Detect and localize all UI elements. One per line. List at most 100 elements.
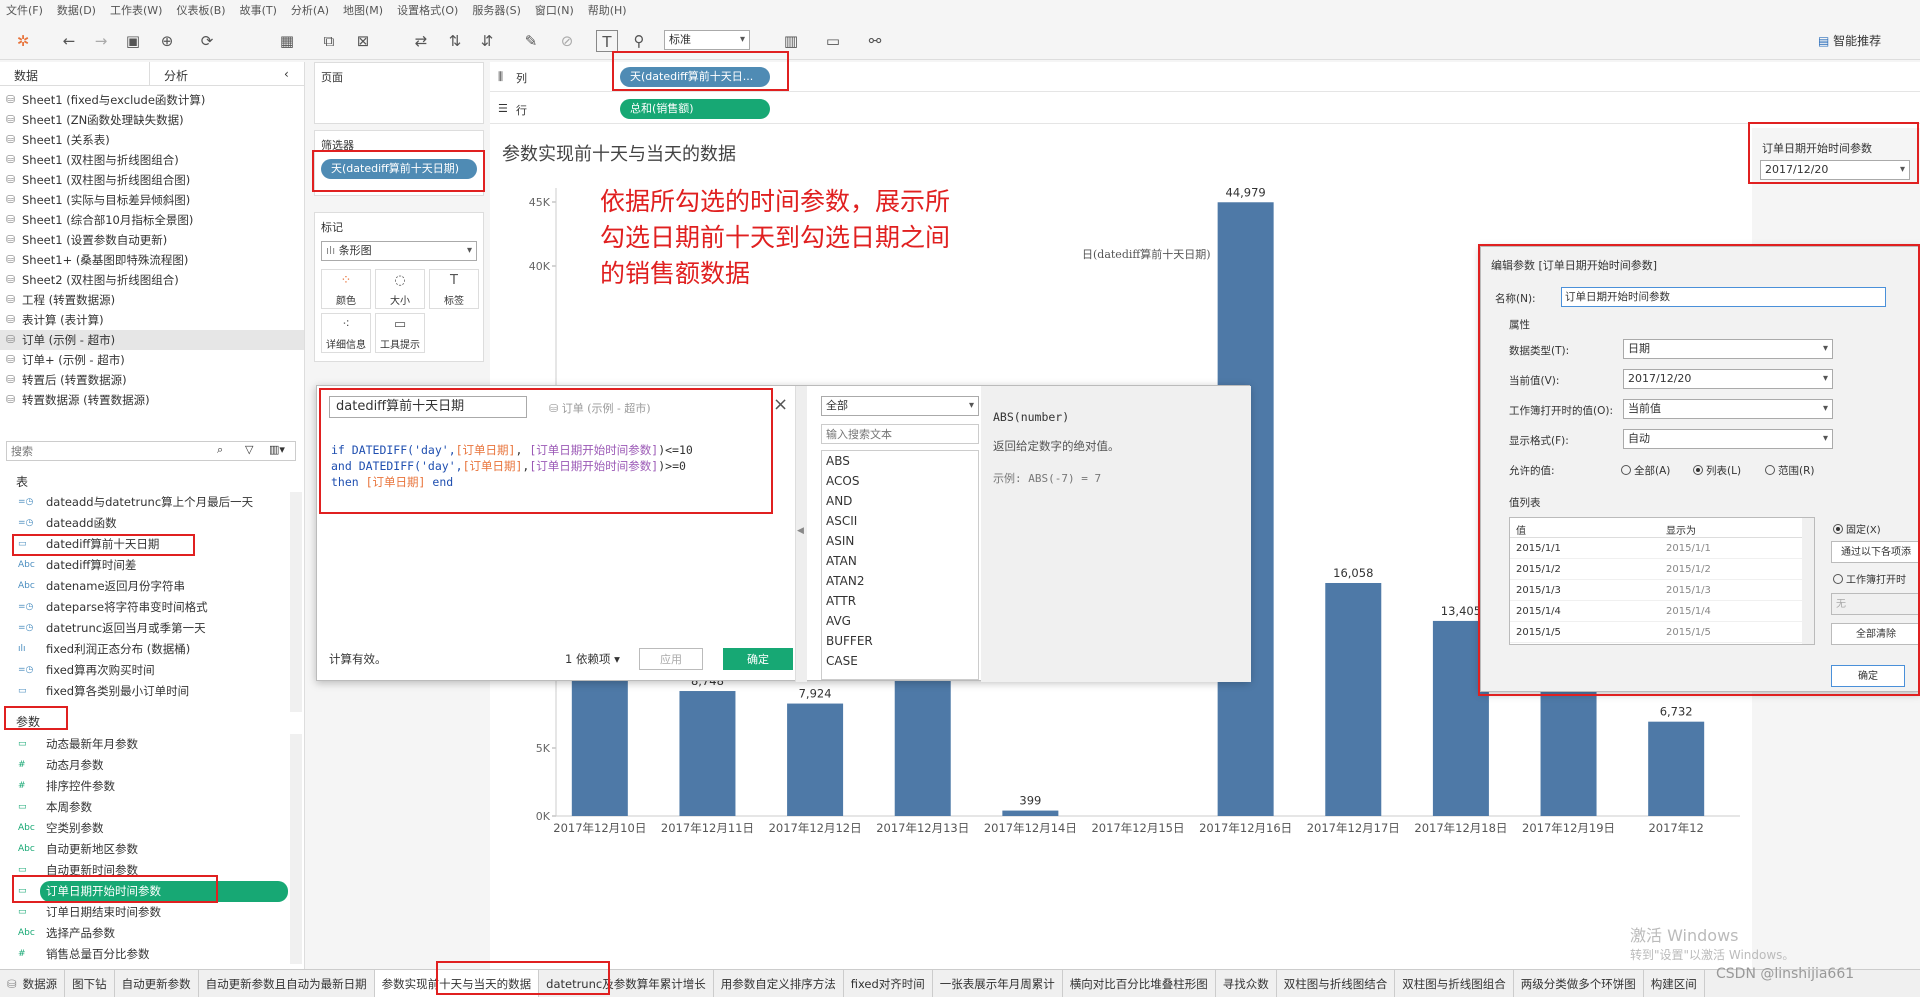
ok-button[interactable]: 确定: [723, 648, 793, 670]
mark-button-tooltip[interactable]: ▭ 工具提示: [375, 313, 425, 353]
collapse-icon[interactable]: ‹: [280, 62, 293, 85]
function-item[interactable]: ATTR: [822, 591, 978, 611]
field-item[interactable]: ▭ fixed算各类别最小订单时间: [0, 681, 290, 702]
field-item[interactable]: ılı fixed利润正态分布 (数据桶): [0, 639, 290, 660]
tab-data[interactable]: 数据: [0, 62, 150, 85]
calc-code-editor[interactable]: if DATEDIFF('day',[订单日期], [订单日期开始时间参数])<…: [331, 442, 771, 490]
param-scrollbar[interactable]: [290, 734, 302, 964]
tab-analysis[interactable]: 分析: [150, 62, 280, 85]
presentation-mode-icon[interactable]: ▭: [822, 30, 844, 52]
datasource-item[interactable]: ⛁ Sheet1 (fixed与exclude函数计算): [0, 90, 304, 110]
function-item[interactable]: AVG: [822, 611, 978, 631]
opt-list-radio[interactable]: 列表(L): [1693, 463, 1741, 478]
field-scrollbar[interactable]: [290, 492, 302, 712]
highlight-icon[interactable]: ✎: [520, 30, 542, 52]
bar[interactable]: [571, 678, 628, 816]
menu-item[interactable]: 分析(A): [291, 2, 329, 18]
datasource-item[interactable]: ⛁ 订单 (示例 - 超市): [0, 330, 304, 350]
datasource-item[interactable]: ⛁ Sheet1 (ZN函数处理缺失数据): [0, 110, 304, 130]
datasource-item[interactable]: ⛁ Sheet2 (双柱图与折线图组合): [0, 270, 304, 290]
menu-item[interactable]: 数据(D): [57, 2, 96, 18]
function-item[interactable]: ABS: [822, 451, 978, 471]
sheet-tab[interactable]: 横向对比百分比堆叠柱形图: [1063, 970, 1216, 997]
rows-pill[interactable]: 总和(销售额): [620, 99, 770, 119]
param-item[interactable]: # 销售总量百分比参数: [0, 944, 290, 965]
datasource-item[interactable]: ⛁ Sheet1 (综合部10月指标全景图): [0, 210, 304, 230]
bar[interactable]: [679, 691, 736, 816]
table-row[interactable]: 2015/1/3 2015/1/3: [1510, 580, 1814, 601]
datasource-item[interactable]: ⛁ 工程 (转置数据源): [0, 290, 304, 310]
share-icon[interactable]: ⚯: [864, 30, 886, 52]
group-icon[interactable]: ⊘: [556, 30, 578, 52]
menu-item[interactable]: 工作表(W): [110, 2, 162, 18]
columns-shelf[interactable]: ⫼ 列 天(datediff算前十天日...: [490, 62, 1920, 92]
field-item[interactable]: ▭ datediff算前十天日期: [0, 534, 290, 555]
new-sheet-icon[interactable]: ▦: [276, 30, 298, 52]
param-item[interactable]: ▭ 本周参数: [0, 797, 290, 818]
opt-range-radio[interactable]: 范围(R): [1765, 463, 1815, 478]
mark-button-label[interactable]: T 标签: [429, 269, 479, 309]
fixed-radio[interactable]: 固定(X): [1833, 521, 1881, 536]
menu-item[interactable]: 文件(F): [6, 2, 43, 18]
sheet-tab[interactable]: fixed对齐时间: [844, 970, 933, 997]
datasource-item[interactable]: ⛁ 订单+ (示例 - 超市): [0, 350, 304, 370]
param-item[interactable]: # 动态月参数: [0, 755, 290, 776]
sheet-tab[interactable]: 自动更新参数: [115, 970, 199, 997]
menu-item[interactable]: 窗口(N): [535, 2, 574, 18]
on-open-radio[interactable]: 工作簿打开时: [1833, 571, 1906, 586]
rows-shelf[interactable]: ☰ 行 总和(销售额): [490, 94, 1920, 124]
swap-icon[interactable]: ⇄: [410, 30, 432, 52]
fn-category-select[interactable]: 全部: [821, 396, 979, 416]
field-item[interactable]: =◷ fixed算再次购买时间: [0, 660, 290, 681]
redo-icon[interactable]: →: [90, 30, 112, 52]
param-control-select[interactable]: 2017/12/20: [1760, 160, 1910, 180]
function-item[interactable]: ASIN: [822, 531, 978, 551]
table-row[interactable]: 2015/1/1 2015/1/1: [1510, 538, 1814, 559]
datasource-item[interactable]: ⛁ 转置后 (转置数据源): [0, 370, 304, 390]
field-item[interactable]: Abc datediff算时间差: [0, 555, 290, 576]
filter-icon[interactable]: ▽: [245, 443, 253, 456]
sheet-tab[interactable]: 双柱图与折线图结合: [1277, 970, 1396, 997]
fit-select[interactable]: 标准: [664, 30, 750, 50]
bar[interactable]: [787, 703, 844, 816]
show-cards-icon[interactable]: ▥: [780, 30, 802, 52]
datasource-tab[interactable]: ⛁ 数据源: [0, 970, 66, 997]
sheet-tab[interactable]: 图下钻: [65, 970, 115, 997]
sheet-tab[interactable]: 双柱图与折线图组合: [1395, 970, 1514, 997]
param-item[interactable]: Abc 选择产品参数: [0, 923, 290, 944]
view-icon[interactable]: ▥▾: [269, 443, 285, 456]
sheet-tab[interactable]: 自动更新参数且自动为最新日期: [199, 970, 375, 997]
menu-item[interactable]: 地图(M): [343, 2, 383, 18]
function-item[interactable]: ATAN: [822, 551, 978, 571]
param-item[interactable]: # 排序控件参数: [0, 776, 290, 797]
sheet-tab[interactable]: 用参数自定义排序方法: [714, 970, 844, 997]
pause-update-icon[interactable]: ⟳: [196, 30, 218, 52]
values-scrollbar[interactable]: [1802, 518, 1814, 644]
current-value-select[interactable]: 2017/12/20: [1623, 369, 1833, 389]
filter-pill[interactable]: 天(datediff算前十天日期): [321, 159, 477, 179]
dependencies-dropdown[interactable]: 1 依赖项 ▾: [565, 651, 620, 667]
sheet-tab[interactable]: 两级分类做多个环饼图: [1514, 970, 1644, 997]
smart-recommend-button[interactable]: ▤ 智能推荐: [1818, 32, 1881, 49]
table-row[interactable]: 2015/1/5 2015/1/5: [1510, 622, 1814, 643]
sheet-tab[interactable]: 寻找众数: [1216, 970, 1277, 997]
param-item[interactable]: ▭ 订单日期开始时间参数: [18, 881, 288, 902]
search-icon[interactable]: ⌕: [217, 443, 223, 457]
search-box[interactable]: ⌕ ▽ ▥▾: [6, 441, 296, 461]
duplicate-sheet-icon[interactable]: ⧉: [318, 30, 340, 52]
param-item[interactable]: ▭ 动态最新年月参数: [0, 734, 290, 755]
function-item[interactable]: ATAN2: [822, 571, 978, 591]
datasource-item[interactable]: ⛁ Sheet1 (双柱图与折线图组合图): [0, 170, 304, 190]
bar[interactable]: [1648, 721, 1705, 816]
function-item[interactable]: ASCII: [822, 511, 978, 531]
field-item[interactable]: =◷ dateadd与datetrunc算上个月最后一天: [0, 492, 290, 513]
bar[interactable]: [1325, 582, 1382, 816]
function-item[interactable]: CASE: [822, 651, 978, 671]
splitter[interactable]: ◀: [795, 386, 807, 682]
open-value-select[interactable]: 当前值: [1623, 399, 1833, 419]
menu-item[interactable]: 故事(T): [240, 2, 277, 18]
dtype-select[interactable]: 日期: [1623, 339, 1833, 359]
sheet-tab[interactable]: datetrunc及参数算年累计增长: [539, 970, 714, 997]
clear-sheet-icon[interactable]: ⊠: [352, 30, 374, 52]
menu-item[interactable]: 帮助(H): [588, 2, 627, 18]
